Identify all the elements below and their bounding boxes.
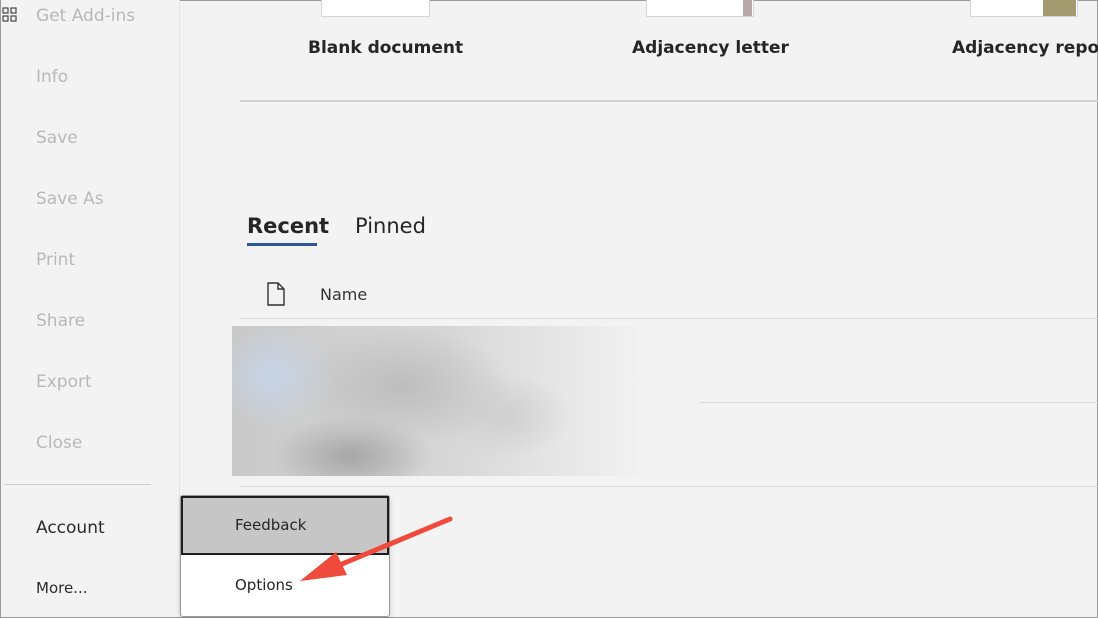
tab-recent-underline (247, 243, 317, 246)
template-label-blank-document[interactable]: Blank document (308, 38, 463, 58)
template-thumbnail-blank[interactable] (321, 0, 430, 17)
tab-pinned[interactable]: Pinned (355, 214, 426, 238)
sidebar-item-save[interactable]: Save (36, 128, 78, 148)
menu-item-options-label: Options (235, 576, 293, 594)
templates-divider (240, 100, 1098, 102)
sidebar-item-more[interactable]: More... (36, 579, 88, 597)
grid-icon (2, 7, 17, 22)
menu-item-feedback-label: Feedback (235, 516, 307, 534)
more-popup-menu: Feedback Options (180, 495, 390, 617)
sidebar-item-get-add-ins[interactable]: Get Add-ins (36, 6, 135, 26)
sidebar-item-share[interactable]: Share (36, 311, 85, 331)
template-thumbnail-accent (1043, 0, 1076, 16)
sidebar-item-print[interactable]: Print (36, 250, 75, 270)
list-header-divider (240, 318, 1098, 319)
backstage-sidebar: Get Add-ins Info Save Save As Print Shar… (1, 0, 180, 617)
tab-recent[interactable]: Recent (247, 214, 329, 238)
sidebar-item-save-as[interactable]: Save As (36, 189, 104, 209)
template-thumbnail-letter[interactable] (646, 0, 754, 17)
list-row-divider (240, 486, 1098, 487)
sidebar-item-info[interactable]: Info (36, 67, 68, 87)
sidebar-item-account[interactable]: Account (36, 518, 105, 538)
menu-item-feedback[interactable]: Feedback (181, 496, 389, 555)
sidebar-item-export[interactable]: Export (36, 372, 92, 392)
column-header-name[interactable]: Name (320, 285, 367, 304)
template-label-adjacency-report[interactable]: Adjacency report (952, 38, 1098, 58)
document-icon (267, 282, 285, 306)
redacted-file-entry[interactable] (232, 326, 652, 476)
template-label-adjacency-letter[interactable]: Adjacency letter (632, 38, 789, 58)
template-thumbnail-accent (743, 0, 752, 16)
menu-item-options[interactable]: Options (181, 556, 389, 614)
sidebar-item-close[interactable]: Close (36, 433, 82, 453)
sidebar-divider (4, 484, 151, 485)
list-row-divider (700, 402, 1098, 403)
